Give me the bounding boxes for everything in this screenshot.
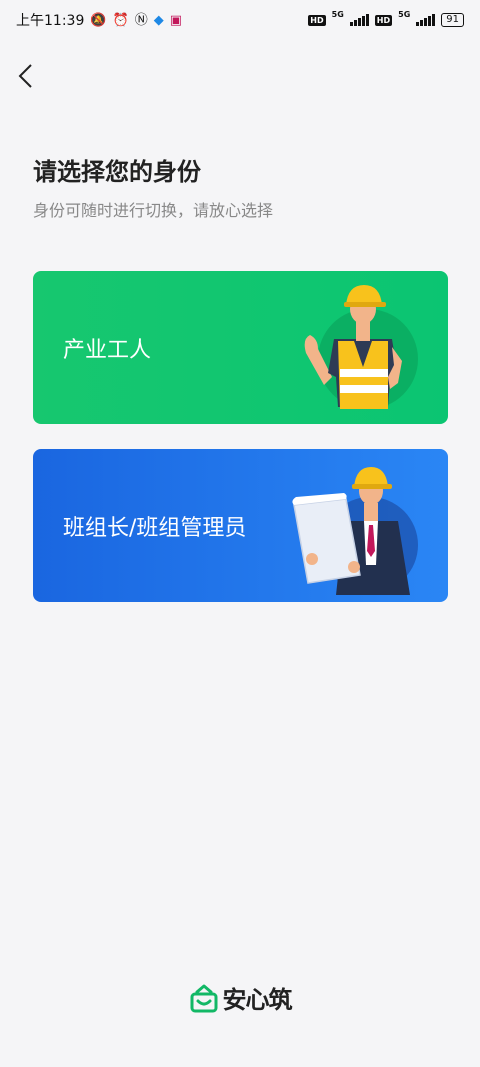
mute-bell-icon: 🔕 <box>90 12 107 28</box>
battery-icon: 91 <box>441 13 464 27</box>
app-logo-icon <box>190 984 217 1012</box>
role-card-worker[interactable]: 产业工人 <box>33 271 448 424</box>
role-card-team-leader[interactable]: 班组长/班组管理员 <box>33 449 448 602</box>
page-title: 请选择您的身份 <box>33 158 201 186</box>
network-type-1: 5G <box>331 9 344 19</box>
role-label-worker: 产业工人 <box>63 337 152 363</box>
chevron-left-icon <box>18 64 32 88</box>
hd-icon-2: HD <box>374 14 393 26</box>
app-notification-icon-2: ▣ <box>169 12 183 28</box>
app-logo-text: 安心筑 <box>222 986 293 1014</box>
hd-icon: HD <box>308 14 326 26</box>
signal-icon <box>349 14 369 26</box>
worker-illustration <box>304 285 418 409</box>
role-label-team-leader: 班组长/班组管理员 <box>63 515 247 541</box>
signal-icon-2 <box>416 14 436 26</box>
page-subtitle: 身份可随时进行切换，请放心选择 <box>33 201 274 220</box>
status-right: HD 5G HD 5G 91 <box>308 9 464 27</box>
footer-logo: 安心筑 <box>0 980 480 1015</box>
app-notification-icon: ◆ <box>153 12 164 28</box>
status-left: 上午11:39 🔕 ⏰ Ⓝ ◆ ▣ <box>16 10 182 30</box>
team-leader-illustration <box>292 467 418 595</box>
network-type-2: 5G <box>398 9 411 19</box>
nfc-icon: Ⓝ <box>134 12 148 28</box>
clock: 上午11:39 <box>16 13 85 29</box>
back-button[interactable] <box>10 60 40 92</box>
status-bar: 上午11:39 🔕 ⏰ Ⓝ ◆ ▣ HD 5G HD 5G 91 <box>0 0 480 40</box>
alarm-icon: ⏰ <box>112 12 129 28</box>
